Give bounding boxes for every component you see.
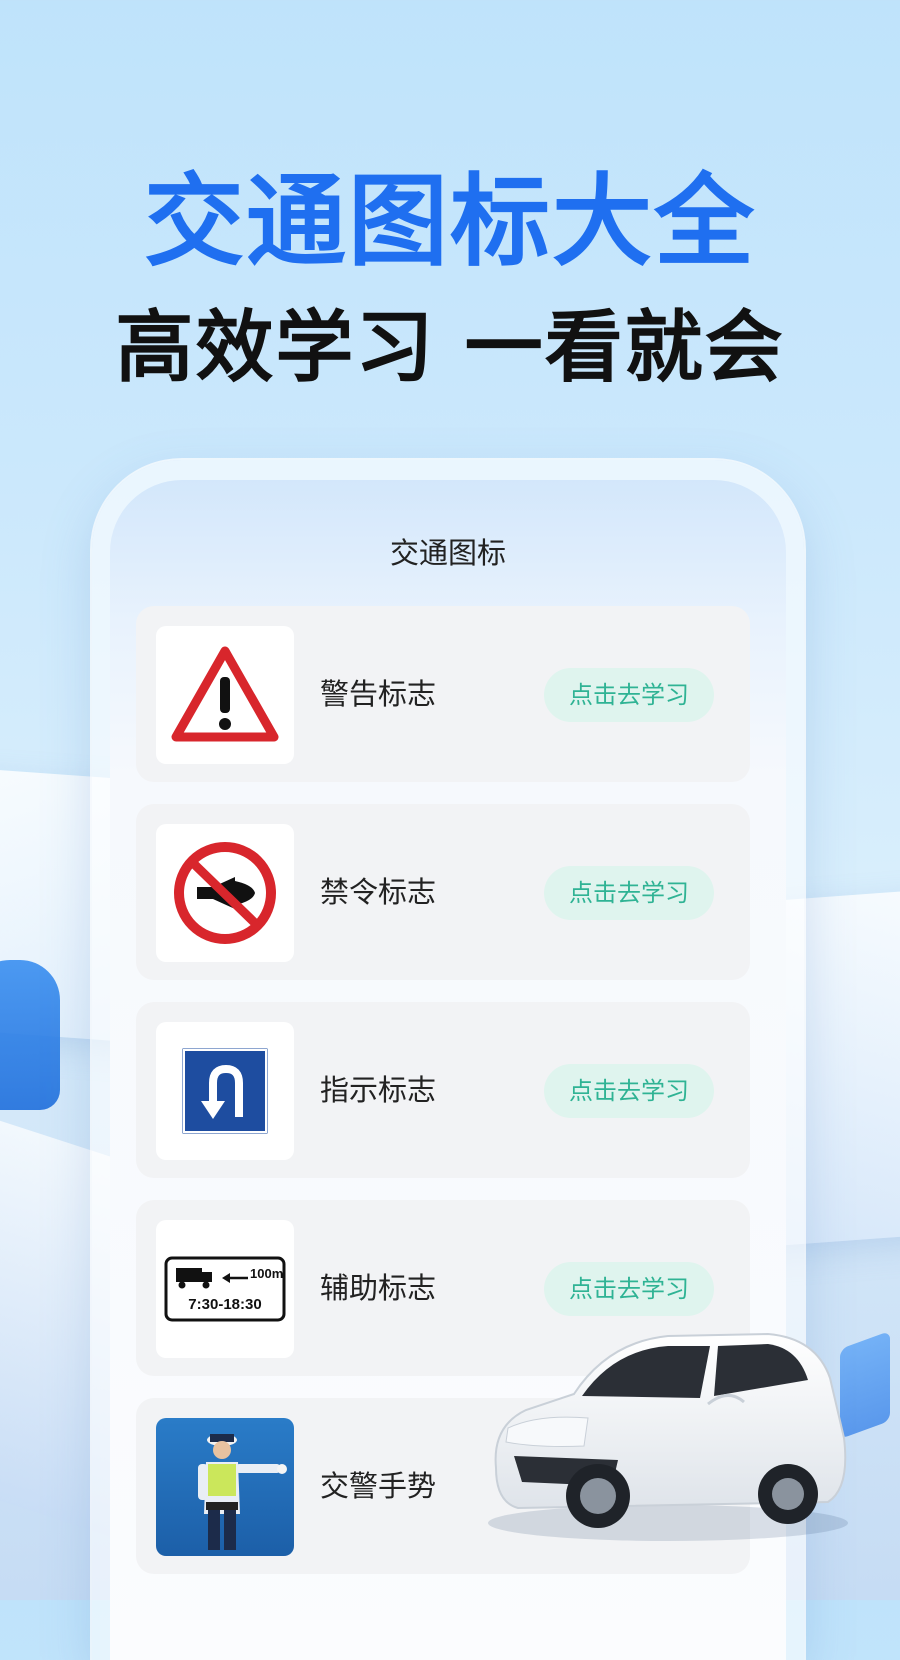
no-horn-icon (156, 824, 294, 962)
screen-title: 交通图标 (389, 536, 506, 570)
sign-distance-text: 100m (250, 1266, 283, 1281)
background-decoration (0, 960, 60, 1110)
sign-time-text: 7:30-18:30 (188, 1296, 261, 1313)
traffic-police-photo (156, 1418, 294, 1556)
car-illustration (478, 1318, 858, 1548)
learn-button[interactable]: 点击去学习 (544, 866, 714, 920)
item-label: 辅助标志 (320, 1271, 437, 1305)
warning-triangle-icon (156, 626, 294, 764)
hero-subtitle: 高效学习 一看就会 (115, 303, 785, 393)
learn-button[interactable]: 点击去学习 (544, 1262, 714, 1316)
u-turn-icon (156, 1022, 294, 1160)
list-item-indication-signs[interactable]: 指示标志 点击去学习 (136, 1002, 750, 1178)
truck-time-sign-icon: 100m 7:30-18:30 (156, 1220, 294, 1358)
list-item-prohibition-signs[interactable]: 禁令标志 点击去学习 (136, 804, 750, 980)
list-item-warning-signs[interactable]: 警告标志 点击去学习 (136, 606, 750, 782)
hero-title: 交通图标大全 (144, 163, 756, 280)
learn-button[interactable]: 点击去学习 (544, 1064, 714, 1118)
item-label: 指示标志 (320, 1073, 437, 1107)
item-label: 警告标志 (320, 677, 437, 711)
item-label: 交警手势 (320, 1469, 437, 1503)
learn-button[interactable]: 点击去学习 (544, 668, 714, 722)
item-label: 禁令标志 (320, 875, 437, 909)
